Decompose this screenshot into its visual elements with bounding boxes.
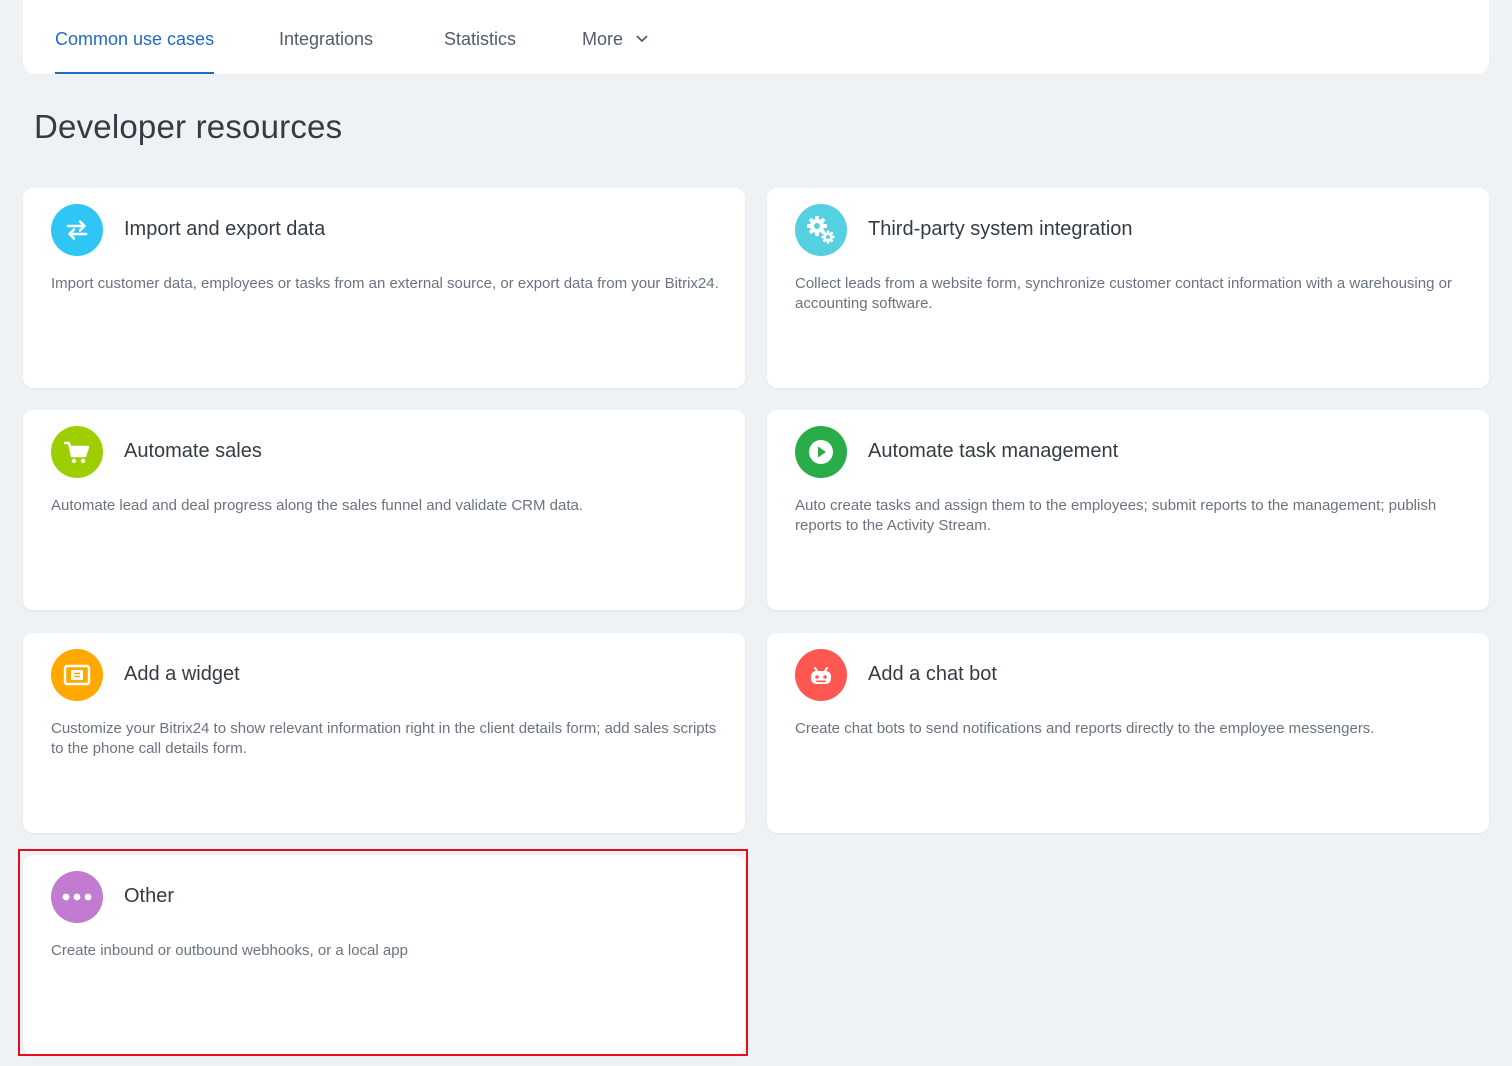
top-navigation: Common use cases Integrations Statistics… xyxy=(23,0,1489,74)
card-other[interactable]: Other Create inbound or outbound webhook… xyxy=(23,855,745,1055)
card-title: Add a chat bot xyxy=(868,663,997,685)
card-description: Create inbound or outbound webhooks, or … xyxy=(51,942,408,959)
card-add-widget[interactable]: Add a widget Customize your Bitrix24 to … xyxy=(23,633,745,833)
card-third-party-integration[interactable]: Third-party system integration Collect l… xyxy=(767,188,1489,388)
card-description: Collect leads from a website form, synch… xyxy=(795,275,1452,312)
card-title: Add a widget xyxy=(124,663,240,685)
card-title: Automate sales xyxy=(124,440,262,462)
card-add-chat-bot[interactable]: Add a chat bot Create chat bots to send … xyxy=(767,633,1489,833)
card-description: Customize your Bitrix24 to show relevant… xyxy=(51,720,717,757)
tab-label: Integrations xyxy=(279,29,374,49)
arrows-swap-icon xyxy=(51,204,103,256)
shopping-cart-icon xyxy=(51,426,103,478)
tab-common-use-cases[interactable]: Common use cases xyxy=(55,0,215,74)
card-title: Third-party system integration xyxy=(868,218,1133,240)
play-icon xyxy=(795,426,847,478)
card-description: Automate lead and deal progress along th… xyxy=(51,497,584,514)
card-automate-sales[interactable]: Automate sales Automate lead and deal pr… xyxy=(23,410,745,610)
tab-label: Statistics xyxy=(444,29,517,49)
card-description: Auto create tasks and assign them to the… xyxy=(795,497,1437,534)
card-description: Create chat bots to send notifications a… xyxy=(795,720,1375,737)
tab-integrations[interactable]: Integrations xyxy=(279,0,373,74)
gears-icon xyxy=(795,204,847,256)
card-import-export-data[interactable]: Import and export data Import customer d… xyxy=(23,188,745,388)
more-dots-icon xyxy=(51,871,103,923)
card-title: Other xyxy=(124,885,175,907)
chevron-down-icon xyxy=(636,35,648,42)
widget-icon xyxy=(51,649,103,701)
card-automate-task-management[interactable]: Automate task management Auto create tas… xyxy=(767,410,1489,610)
card-title: Automate task management xyxy=(868,440,1119,462)
tab-more[interactable]: More xyxy=(582,0,648,74)
robot-icon xyxy=(795,649,847,701)
tab-label: Common use cases xyxy=(55,29,215,49)
card-title: Import and export data xyxy=(124,218,326,240)
tab-statistics[interactable]: Statistics xyxy=(444,0,516,74)
card-description: Import customer data, employees or tasks… xyxy=(51,275,719,292)
page-title: Developer resources xyxy=(34,108,343,145)
tab-label: More xyxy=(582,29,624,49)
